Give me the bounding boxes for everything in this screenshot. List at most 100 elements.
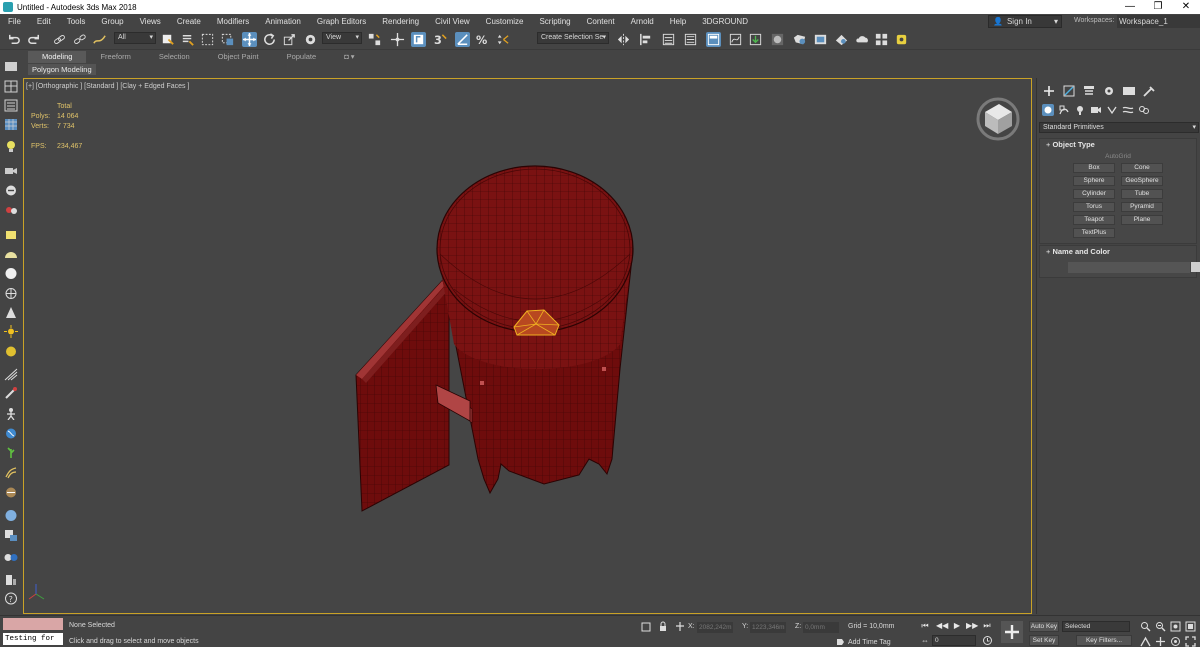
wireframe-icon[interactable]	[4, 368, 18, 381]
field-of-view-icon[interactable]	[1140, 636, 1151, 647]
minimize-button[interactable]: —	[1116, 0, 1144, 14]
menu-animation[interactable]: Animation	[257, 17, 309, 26]
lights-category-icon[interactable]	[1074, 104, 1086, 116]
display-tab-icon[interactable]	[1121, 84, 1137, 98]
hierarchy-icon[interactable]	[4, 551, 18, 564]
light-icon[interactable]	[4, 140, 18, 153]
help-icon[interactable]: ?	[4, 592, 18, 605]
window-crossing-icon[interactable]	[220, 32, 235, 47]
a360-gallery-icon[interactable]	[874, 32, 889, 47]
maxscript-output-field[interactable]: Testing for :	[3, 633, 63, 645]
menu-graph-editors[interactable]: Graph Editors	[309, 17, 374, 26]
sign-in-dropdown[interactable]: 👤 Sign In ▾	[988, 15, 1062, 28]
perspective-viewport[interactable]: [+] [Orthographic ] [Standard ] [Clay + …	[23, 78, 1032, 614]
key-filters-button[interactable]: Key Filters...	[1076, 635, 1132, 646]
y-coordinate-field[interactable]: 1223,346m	[750, 622, 786, 633]
autogrid-checkbox[interactable]: AutoGrid	[1040, 153, 1196, 160]
angle-snap-icon[interactable]	[455, 32, 470, 47]
plane-button[interactable]: Plane	[1121, 215, 1163, 225]
auto-key-button[interactable]: Auto Key	[1029, 621, 1059, 632]
unlink-icon[interactable]	[72, 32, 87, 47]
modifier-icon[interactable]	[4, 529, 18, 542]
sphere-material-icon[interactable]	[4, 509, 18, 522]
tab-selection[interactable]: Selection	[145, 51, 204, 63]
rendered-frame-window-icon[interactable]	[813, 32, 828, 47]
cone-button[interactable]: Cone	[1121, 163, 1163, 173]
tab-populate[interactable]: Populate	[273, 51, 331, 63]
rectangular-selection-icon[interactable]	[200, 32, 215, 47]
tab-freeform[interactable]: Freeform	[86, 51, 144, 63]
helper-icon[interactable]	[4, 184, 18, 197]
sphere-primitive-icon[interactable]	[4, 267, 18, 280]
menu-create[interactable]: Create	[169, 17, 209, 26]
absolute-mode-icon[interactable]	[675, 621, 685, 632]
menu-file[interactable]: File	[0, 17, 29, 26]
align-icon[interactable]	[638, 32, 653, 47]
list-panel-icon[interactable]	[4, 99, 18, 112]
play-icon[interactable]: ▶	[952, 621, 962, 631]
material-editor-icon[interactable]	[770, 32, 785, 47]
ribbon-panel-polygon-modeling[interactable]: Polygon Modeling	[28, 64, 96, 75]
z-coordinate-field[interactable]: 0,0mm	[803, 622, 839, 633]
x-coordinate-field[interactable]: 2082,242m	[697, 622, 733, 633]
pan-view-icon[interactable]	[1155, 636, 1166, 647]
close-button[interactable]: ✕	[1172, 0, 1200, 14]
redo-icon[interactable]	[27, 32, 42, 47]
menu-scripting[interactable]: Scripting	[531, 17, 578, 26]
object-type-header[interactable]: Object Type	[1040, 139, 1196, 151]
zoom-all-icon[interactable]	[1155, 621, 1166, 632]
set-key-button[interactable]: Set Key	[1029, 635, 1059, 646]
helpers-category-icon[interactable]	[1106, 104, 1118, 116]
modify-tab-icon[interactable]	[1061, 84, 1077, 98]
menu-content[interactable]: Content	[579, 17, 623, 26]
hierarchy-tab-icon[interactable]	[1081, 84, 1097, 98]
torus-button[interactable]: Torus	[1073, 202, 1115, 212]
menu-views[interactable]: Views	[132, 17, 169, 26]
render-production-icon[interactable]	[834, 32, 849, 47]
zoom-extents-all-icon[interactable]	[1185, 621, 1196, 632]
display-icon[interactable]	[4, 60, 18, 73]
select-object-icon[interactable]	[160, 32, 175, 47]
snaps-toggle-icon[interactable]: 3	[433, 32, 448, 47]
scene-explorer-icon[interactable]	[661, 32, 676, 47]
next-frame-icon[interactable]: ▶▶	[966, 621, 978, 631]
cone-primitive-icon[interactable]	[4, 306, 18, 319]
zoom-icon[interactable]	[1140, 621, 1151, 632]
key-selection-dropdown[interactable]: Selected	[1062, 621, 1130, 632]
layer-explorer-icon[interactable]	[683, 32, 698, 47]
menu-modifiers[interactable]: Modifiers	[209, 17, 257, 26]
cylinder-button[interactable]: Cylinder	[1073, 189, 1115, 199]
toggle-ribbon-icon[interactable]	[706, 32, 721, 47]
menu-civil-view[interactable]: Civil View	[427, 17, 478, 26]
select-and-scale-icon[interactable]	[282, 32, 297, 47]
space-warp-icon[interactable]	[4, 204, 18, 217]
workspace-dropdown[interactable]: Workspace_1	[1117, 15, 1200, 28]
go-to-start-icon[interactable]: ⏮	[920, 621, 930, 631]
maxscript-listener-field[interactable]	[3, 618, 63, 630]
viewcube-icon[interactable]	[976, 97, 1020, 141]
brush-icon[interactable]	[4, 387, 18, 400]
menu-group[interactable]: Group	[93, 17, 131, 26]
grid-panel-icon[interactable]	[4, 118, 18, 131]
ribbon-options-icon[interactable]: ◘ ▾	[330, 51, 368, 63]
mirror-icon[interactable]	[616, 32, 631, 47]
utilities-icon[interactable]	[4, 573, 18, 586]
foliage-icon[interactable]	[4, 446, 18, 459]
spinner-snap-icon[interactable]	[495, 32, 510, 47]
hair-icon[interactable]	[4, 466, 18, 479]
cameras-category-icon[interactable]	[1090, 104, 1102, 116]
bind-space-warp-icon[interactable]	[92, 32, 107, 47]
utilities-tab-icon[interactable]	[1141, 84, 1157, 98]
box-primitive-icon[interactable]	[4, 228, 18, 241]
undo-icon[interactable]	[6, 32, 21, 47]
current-frame-field[interactable]: 0	[932, 635, 976, 646]
textplus-button[interactable]: TextPlus	[1073, 228, 1115, 238]
menu-edit[interactable]: Edit	[29, 17, 59, 26]
previous-frame-icon[interactable]: ◀◀	[936, 621, 948, 631]
geosphere-button[interactable]: GeoSphere	[1121, 176, 1163, 186]
camera-icon[interactable]	[4, 164, 18, 177]
globe-icon[interactable]	[4, 427, 18, 440]
schematic-view-icon[interactable]	[748, 32, 763, 47]
maximize-viewport-icon[interactable]	[1185, 636, 1196, 647]
time-configuration-icon[interactable]	[982, 635, 993, 646]
